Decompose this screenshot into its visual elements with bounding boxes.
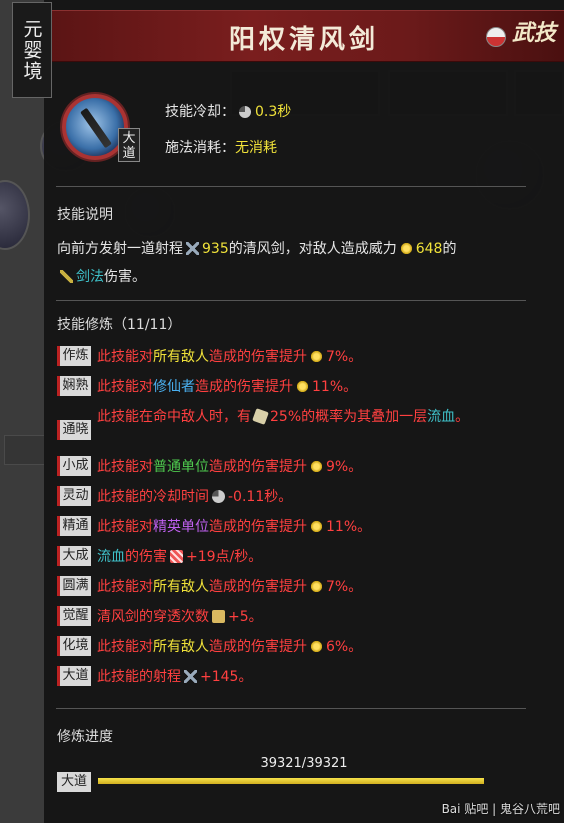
refine-text: 流血的伤害 +19点/秒。 [97, 549, 263, 565]
watermark: Bai 贴吧 | 鬼谷八荒吧 [441, 802, 560, 816]
description-title: 技能说明 [57, 207, 113, 223]
refine-tag: 灵动 [57, 486, 91, 506]
power-icon [399, 242, 413, 255]
dice-icon [252, 408, 269, 425]
power-icon [296, 380, 309, 393]
title-bar: 阳权清风剑 武技 [44, 10, 564, 62]
refine-row: 化境 此技能对所有敌人造成的伤害提升 6%。 [57, 636, 507, 658]
refinement-title: 技能修炼（11/11） [57, 317, 182, 333]
progress-bar [98, 778, 484, 784]
refine-row: 娴熟 此技能对修仙者造成的伤害提升 11%。 [57, 376, 507, 398]
yin-yang-icon [486, 27, 506, 47]
refine-tag: 通晓 [57, 420, 91, 440]
progress-value: 39321/39321 [260, 756, 348, 771]
refine-tag: 精通 [57, 516, 91, 536]
realm-badge: 元婴境 [12, 2, 52, 98]
refine-text: 此技能的冷却时间 -0.11秒。 [97, 489, 293, 505]
refine-row: 大道 此技能的射程 +145。 [57, 666, 507, 688]
refine-text: 此技能对普通单位造成的伤害提升 9%。 [97, 459, 363, 475]
desc-part: 伤害。 [104, 269, 146, 285]
scroll-icon [212, 610, 225, 623]
refine-text: 此技能在命中敌人时，有 25%的概率为其叠加一层流血。 [97, 408, 470, 425]
refine-text: 此技能对所有敌人造成的伤害提升 7%。 [97, 349, 363, 365]
divider [56, 300, 526, 301]
refine-row: 圆满 此技能对所有敌人造成的伤害提升 7%。 [57, 576, 507, 598]
refine-tag: 小成 [57, 456, 91, 476]
refine-tag: 娴熟 [57, 376, 91, 396]
refine-row: 大成 流血的伤害 +19点/秒。 [57, 546, 507, 568]
grade-badge: 大道 [118, 128, 140, 162]
power-value: 648 [415, 241, 443, 257]
refine-row: 通晓 此技能在命中敌人时，有 25%的概率为其叠加一层流血。 [57, 406, 507, 440]
progress-tag: 大道 [57, 772, 91, 792]
refine-text: 此技能对修仙者造成的伤害提升 11%。 [97, 379, 358, 395]
refine-tag: 圆满 [57, 576, 91, 596]
skill-category: 武技 [511, 20, 556, 46]
refine-row: 作炼 此技能对所有敌人造成的伤害提升 7%。 [57, 346, 507, 368]
refine-text: 此技能对精英单位造成的伤害提升 11%。 [97, 519, 372, 535]
cost-row: 施法消耗：无消耗 [165, 137, 277, 157]
refine-text: 此技能对所有敌人造成的伤害提升 6%。 [97, 639, 363, 655]
divider [56, 186, 526, 187]
cooldown-row: 技能冷却： 0.3秒 [165, 101, 291, 121]
progress-fill [98, 778, 484, 784]
refine-tag: 大道 [57, 666, 91, 686]
divider [56, 708, 526, 709]
timer-icon [239, 106, 251, 118]
refine-row: 灵动 此技能的冷却时间 -0.11秒。 [57, 486, 507, 508]
sword-element-icon [60, 270, 73, 283]
power-icon [310, 520, 323, 533]
power-icon [310, 580, 323, 593]
refine-text: 此技能对所有敌人造成的伤害提升 7%。 [97, 579, 363, 595]
refine-tag: 觉醒 [57, 606, 91, 626]
cost-label: 施法消耗： [165, 140, 235, 156]
description-text: 向前方发射一道射程 935的清风剑，对敌人造成威力 648的 剑法伤害。 [57, 235, 517, 291]
cooldown-value: 0.3秒 [255, 104, 292, 120]
refine-tag: 作炼 [57, 346, 91, 366]
cost-value: 无消耗 [235, 140, 277, 156]
refine-row: 觉醒 清风剑的穿透次数 +5。 [57, 606, 507, 628]
bleed-icon [170, 550, 183, 563]
element-name: 剑法 [76, 269, 104, 285]
power-icon [310, 640, 323, 653]
cooldown-label: 技能冷却： [165, 104, 235, 120]
desc-part: 的清风剑，对敌人造成威力 [228, 241, 397, 257]
refine-tag: 化境 [57, 636, 91, 656]
desc-part: 的 [442, 241, 457, 257]
refine-tag: 大成 [57, 546, 91, 566]
range-icon [186, 242, 199, 255]
progress-title: 修炼进度 [57, 729, 113, 745]
power-icon [310, 460, 323, 473]
desc-part: 向前方发射一道射程 [57, 241, 183, 257]
refine-row: 小成 此技能对普通单位造成的伤害提升 9%。 [57, 456, 507, 478]
timer-icon [212, 490, 225, 503]
refine-row: 精通 此技能对精英单位造成的伤害提升 11%。 [57, 516, 507, 538]
sword-icon [80, 107, 112, 149]
power-icon [310, 350, 323, 363]
bg-orb-2 [0, 180, 30, 250]
refine-text: 此技能的射程 +145。 [97, 669, 253, 685]
range-value: 935 [202, 241, 229, 257]
refine-text: 清风剑的穿透次数 +5。 [97, 609, 263, 625]
range-icon [184, 670, 197, 683]
